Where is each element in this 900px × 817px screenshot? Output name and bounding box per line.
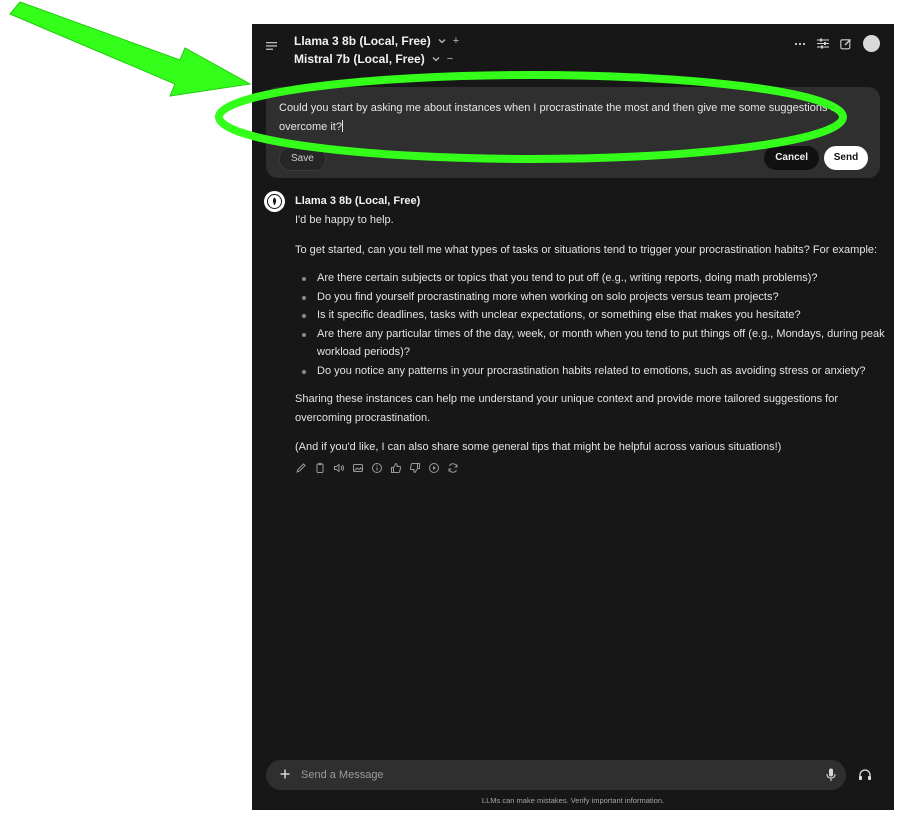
message-input[interactable]: Send a Message: [301, 760, 384, 790]
message-paragraph: (And if you'd like, I can also share som…: [295, 441, 782, 453]
chat-app: Llama 3 8b (Local, Free) + Mistral 7b (L…: [252, 24, 894, 810]
header-actions: [794, 35, 880, 52]
thumbs-down-icon[interactable]: [409, 462, 421, 474]
arrow-annotation: [9, 1, 252, 97]
list-item: Is it specific deadlines, tasks with unc…: [295, 306, 885, 325]
list-item: Are there any particular times of the da…: [295, 325, 885, 362]
model-selector-1[interactable]: Llama 3 8b (Local, Free) +: [294, 34, 459, 48]
cancel-button[interactable]: Cancel: [764, 146, 819, 170]
model-name: Llama 3 8b (Local, Free): [294, 34, 431, 48]
continue-icon[interactable]: [428, 462, 440, 474]
edit-icon[interactable]: [295, 462, 307, 474]
disclaimer: LLMs can make mistakes. Verify important…: [481, 796, 665, 805]
copy-icon[interactable]: [314, 462, 326, 474]
chevron-down-icon[interactable]: [432, 53, 440, 65]
list-item: Do you find yourself procrastinating mor…: [295, 288, 885, 307]
list-item: Do you notice any patterns in your procr…: [295, 362, 885, 381]
more-icon[interactable]: [794, 42, 806, 46]
message-actions: [295, 462, 885, 474]
save-button[interactable]: Save: [279, 147, 326, 171]
edit-message-input[interactable]: Could you start by asking me about insta…: [279, 99, 864, 137]
message-paragraph: Sharing these instances can help me unde…: [295, 393, 839, 424]
send-button[interactable]: Send: [824, 146, 868, 170]
model-selector-2[interactable]: Mistral 7b (Local, Free) −: [294, 52, 453, 66]
controls-icon[interactable]: [817, 38, 829, 49]
message-composer: Send a Message: [266, 760, 846, 790]
message-paragraph: To get started, can you tell me what typ…: [295, 243, 878, 256]
edit-message-box: Could you start by asking me about insta…: [266, 87, 880, 178]
text-caret: [341, 120, 343, 132]
image-icon[interactable]: [352, 462, 364, 474]
headphones-icon[interactable]: [858, 768, 872, 786]
assistant-message: Llama 3 8b (Local, Free) I'd be happy to…: [295, 193, 885, 474]
message-author: Llama 3 8b (Local, Free): [295, 195, 421, 207]
remove-model-button[interactable]: −: [447, 53, 453, 65]
thumbs-up-icon[interactable]: [390, 462, 402, 474]
model-logo-icon: [267, 194, 282, 209]
avatar[interactable]: [863, 35, 880, 52]
info-icon[interactable]: [371, 462, 383, 474]
chevron-down-icon[interactable]: [438, 35, 446, 47]
list-item: Are there certain subjects or topics tha…: [295, 269, 885, 288]
read-aloud-icon[interactable]: [333, 462, 345, 474]
message-paragraph: I'd be happy to help.: [295, 214, 394, 226]
regenerate-icon[interactable]: [447, 462, 459, 474]
new-chat-icon[interactable]: [840, 38, 852, 50]
plus-icon[interactable]: [278, 767, 292, 786]
microphone-icon[interactable]: [826, 768, 836, 787]
menu-icon[interactable]: [266, 38, 278, 56]
model-avatar: [264, 191, 285, 212]
add-model-button[interactable]: +: [453, 35, 459, 47]
message-list: Are there certain subjects or topics tha…: [295, 269, 885, 380]
model-name: Mistral 7b (Local, Free): [294, 52, 425, 66]
